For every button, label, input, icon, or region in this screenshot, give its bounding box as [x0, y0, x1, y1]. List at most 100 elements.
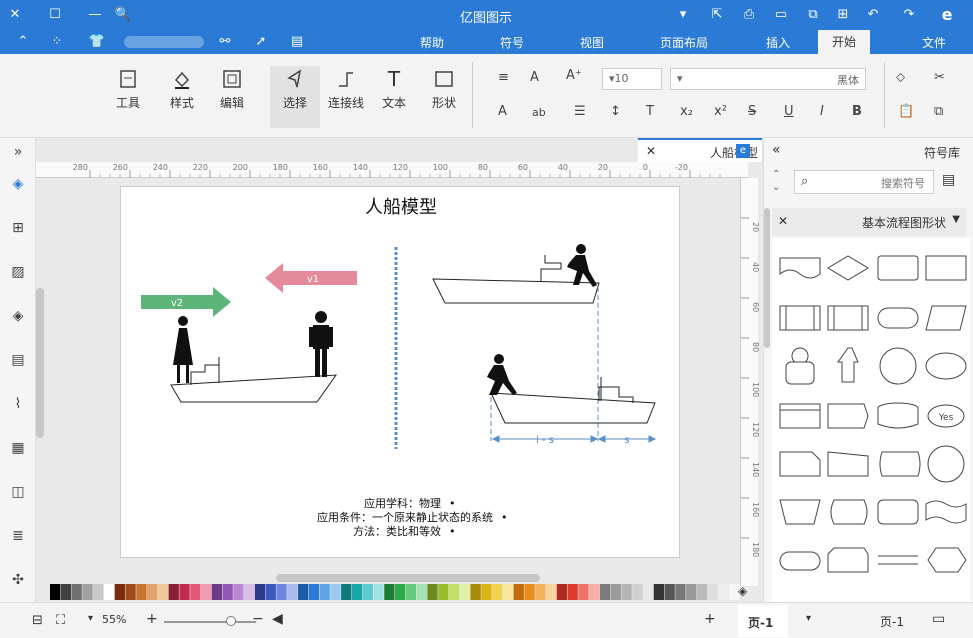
zoom-dropdown-icon[interactable]: ▾ — [88, 613, 93, 624]
panel-toggle-icon[interactable]: ▭ — [932, 611, 945, 627]
color-swatch[interactable] — [50, 584, 61, 600]
menu-help[interactable]: 帮助 — [420, 34, 444, 51]
apps-icon[interactable]: ⁘ — [48, 33, 66, 51]
export-icon[interactable]: ⇱ — [708, 6, 726, 24]
color-swatch[interactable] — [438, 584, 449, 600]
font-color-icon[interactable]: A — [498, 104, 507, 119]
publish-icon[interactable]: ➚ — [252, 33, 270, 51]
menu-view[interactable]: 视图 — [580, 34, 604, 51]
expand-icon[interactable]: » — [8, 144, 28, 164]
menu-file[interactable]: 文件 — [922, 34, 946, 51]
color-swatch[interactable] — [362, 584, 373, 600]
color-swatch[interactable] — [718, 584, 729, 600]
color-swatch[interactable] — [297, 584, 309, 600]
shape-connector[interactable] — [927, 445, 965, 483]
close-icon[interactable]: ✕ — [6, 6, 24, 24]
format-icon[interactable]: ≣ — [8, 528, 28, 548]
redo-icon[interactable]: ↷ — [900, 6, 918, 24]
color-swatch[interactable] — [589, 584, 600, 600]
person-walking-bottom[interactable] — [487, 354, 517, 395]
grid-icon[interactable]: ⊞ — [8, 220, 28, 240]
person-man[interactable] — [309, 311, 333, 377]
panel-scrollbar[interactable] — [764, 208, 770, 348]
shape-card[interactable] — [779, 451, 821, 477]
new-icon[interactable]: ⊞ — [834, 6, 852, 24]
color-swatch[interactable] — [114, 584, 125, 600]
network-icon[interactable]: ✣ — [8, 572, 28, 592]
library-manager-icon[interactable]: ▤ — [942, 172, 955, 188]
color-swatch[interactable] — [642, 584, 654, 600]
search-icon[interactable]: 🔍 — [114, 6, 132, 24]
puzzle-icon[interactable]: ◫ — [8, 484, 28, 504]
symbol-search[interactable]: ⌕ 搜索符号 — [794, 170, 934, 194]
text-direction-icon[interactable]: T — [646, 104, 654, 119]
color-swatch[interactable] — [276, 584, 287, 600]
shape-document[interactable] — [779, 257, 821, 279]
chart-icon[interactable]: ⌇ — [8, 396, 28, 416]
shape-pill[interactable] — [779, 551, 821, 571]
zoom-out-icon[interactable]: − — [252, 611, 264, 627]
color-swatch[interactable] — [168, 584, 179, 600]
horizontal-scrollbar[interactable] — [276, 574, 540, 582]
paste-icon[interactable]: 📋 — [898, 104, 914, 119]
color-swatch[interactable] — [373, 584, 384, 600]
arrow-v2[interactable]: v2 — [141, 287, 231, 317]
ship-left[interactable] — [170, 357, 338, 403]
arrow-v1[interactable]: v1 — [265, 263, 357, 293]
color-swatch[interactable] — [147, 584, 158, 600]
bullet-list[interactable]: 应用学科：物理 • 应用条件：一个原来静止状态的系统 • 方法：类比和等效 • — [317, 496, 508, 538]
bold-icon[interactable]: B — [852, 104, 862, 119]
close-icon[interactable]: ✕ — [778, 214, 788, 228]
text-button[interactable]: T 文本 — [376, 68, 412, 111]
fill-bucket-icon[interactable]: ◈ — [738, 584, 747, 598]
page-tab[interactable]: 页-1 — [738, 605, 788, 637]
diagram-title[interactable]: 人船模型 — [365, 197, 437, 218]
shape-manual-input[interactable] — [827, 451, 869, 477]
shape-button[interactable]: 形状 — [426, 68, 462, 111]
minimize-icon[interactable]: — — [86, 6, 104, 24]
color-swatch[interactable] — [190, 584, 201, 600]
shape-ellipse[interactable] — [925, 352, 967, 380]
superscript-icon[interactable]: x² — [714, 104, 727, 119]
stepper-icon[interactable]: ⌃ ⌄ — [772, 168, 780, 194]
shape-internal-storage[interactable] — [779, 403, 821, 429]
shape-process[interactable] — [877, 255, 919, 281]
color-swatch[interactable] — [395, 584, 406, 600]
shirt-icon[interactable]: 👕 — [88, 33, 106, 51]
shape-manual-operation[interactable] — [779, 499, 821, 525]
shape-decision[interactable] — [827, 255, 869, 281]
zoom-slider-handle[interactable] — [226, 616, 236, 626]
close-icon[interactable]: ✕ — [646, 144, 656, 158]
fill-icon[interactable]: ◈ — [8, 176, 28, 196]
color-swatch[interactable] — [244, 584, 255, 600]
text-case-icon[interactable]: ab — [532, 106, 546, 119]
color-swatch[interactable] — [341, 584, 352, 600]
color-swatch[interactable] — [222, 584, 233, 600]
strikethrough-icon[interactable]: S̶ — [748, 104, 756, 119]
color-swatch[interactable] — [125, 584, 136, 600]
color-swatch[interactable] — [599, 584, 611, 600]
color-swatch[interactable] — [470, 584, 481, 600]
shape-off-page[interactable] — [827, 547, 869, 573]
color-swatch[interactable] — [60, 584, 72, 600]
connector-button[interactable]: 连接线 — [326, 68, 366, 111]
color-swatch[interactable] — [308, 584, 320, 600]
format-painter-icon[interactable]: ⬦ — [896, 70, 905, 85]
shape-rectangle[interactable] — [925, 255, 967, 281]
color-swatch[interactable] — [179, 584, 190, 600]
edit-button[interactable]: 编辑 — [214, 68, 250, 111]
shape-actor[interactable] — [837, 347, 859, 383]
save-icon[interactable]: ▭ — [772, 6, 790, 24]
zoom-in-icon[interactable]: + — [146, 611, 158, 627]
share-icon[interactable]: ⚯ — [216, 33, 234, 51]
collapse-panel-icon[interactable]: « — [772, 142, 781, 158]
select-button[interactable]: 选择 — [270, 66, 320, 128]
menu-page-layout[interactable]: 页面布局 — [660, 34, 708, 51]
color-swatch[interactable] — [632, 584, 643, 600]
play-icon[interactable]: ◀ — [272, 611, 283, 627]
color-swatch[interactable] — [71, 584, 82, 600]
cut-icon[interactable]: ✂ — [934, 70, 945, 85]
color-swatch[interactable] — [664, 584, 675, 600]
color-swatch[interactable] — [157, 584, 169, 600]
color-swatch[interactable] — [448, 584, 460, 600]
